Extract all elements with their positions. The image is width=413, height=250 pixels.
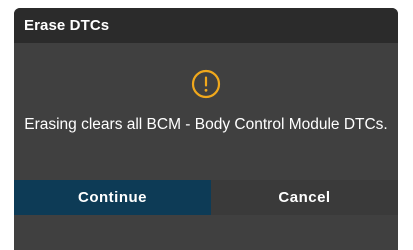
cancel-button[interactable]: Cancel (211, 180, 398, 215)
dialog-body: Erasing clears all BCM - Body Control Mo… (14, 43, 398, 215)
dialog-button-row: Continue Cancel (14, 180, 398, 215)
continue-button[interactable]: Continue (14, 180, 211, 215)
erase-dtcs-dialog: Erase DTCs Erasing clears all BCM - Body… (14, 8, 398, 250)
dialog-message: Erasing clears all BCM - Body Control Mo… (24, 116, 388, 133)
dialog-title: Erase DTCs (24, 17, 110, 34)
warning-circle-icon (191, 69, 221, 99)
dialog-title-bar: Erase DTCs (14, 8, 398, 43)
